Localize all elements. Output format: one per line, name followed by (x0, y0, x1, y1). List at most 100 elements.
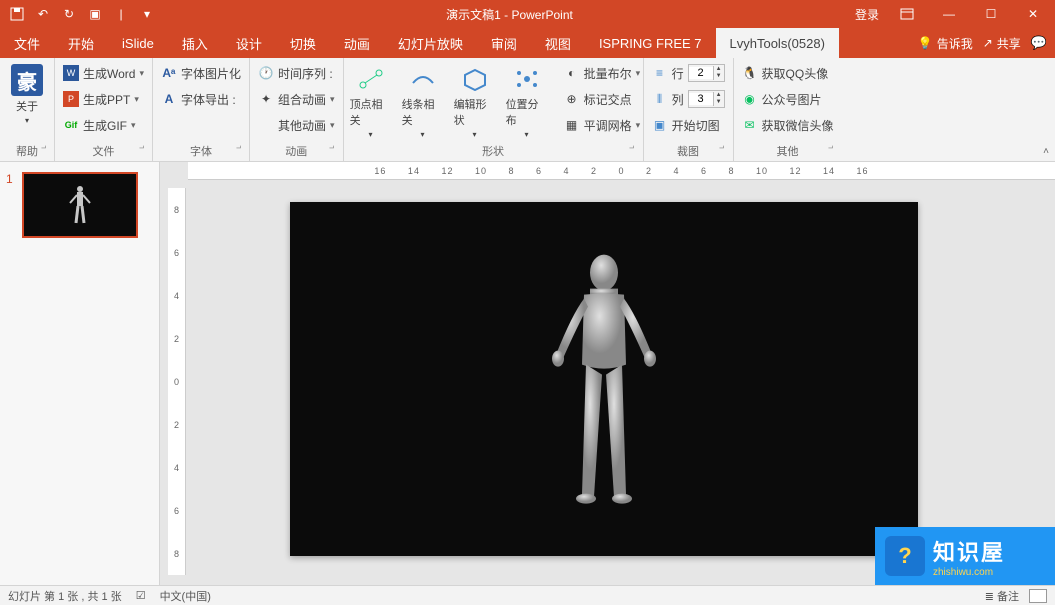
col-spinner[interactable]: ▲▼ (688, 90, 725, 108)
tab-lvyhtools[interactable]: LvyhTools(0528) (716, 28, 839, 58)
watermark-title: 知识屋 (933, 535, 1005, 567)
slide-counter[interactable]: 幻灯片 第 1 张 , 共 1 张 (8, 588, 122, 604)
wx-avatar-button[interactable]: ✉获取微信头像 (740, 114, 836, 136)
slide-thumbnail-1[interactable]: 1 (6, 172, 153, 238)
human-3d-model (534, 245, 674, 525)
tab-ispring[interactable]: ISPRING FREE 7 (585, 28, 716, 58)
group-label-help: 帮助 (6, 143, 48, 161)
row-spinner[interactable]: ▲▼ (688, 64, 725, 82)
position-button[interactable]: 位置分布▾ (506, 62, 548, 139)
thumb-preview (22, 172, 138, 238)
watermark-icon: ? (885, 536, 925, 576)
statusbar: 幻灯片 第 1 张 , 共 1 张 ☑ 中文(中国) ≣ 备注 (0, 585, 1055, 605)
group-help: 豪 关于 ▾ 帮助 (0, 58, 55, 161)
about-button[interactable]: 豪 关于 ▾ (6, 62, 48, 125)
distribute-icon (512, 64, 542, 94)
line-button[interactable]: 线条相关▾ (402, 62, 444, 139)
group-crop: ≡行 ▲▼ ⦀列 ▲▼ ▣开始切图 裁图 (644, 58, 734, 161)
grid-icon: ▦ (564, 117, 580, 133)
titlebar: ↶ ↻ ▣ | ▾ 演示文稿1 - PowerPoint 登录 — ☐ ✕ (0, 0, 1055, 28)
other-anim-icon (258, 117, 274, 133)
gen-word-button[interactable]: W生成Word (61, 62, 146, 84)
tab-design[interactable]: 设计 (222, 28, 276, 58)
font-pic-icon: Aᵃ (161, 65, 177, 81)
qq-avatar-button[interactable]: 🐧获取QQ头像 (740, 62, 836, 84)
group-label-file: 文件 (61, 143, 146, 161)
tab-file[interactable]: 文件 (0, 28, 54, 58)
font-export-icon: A (161, 91, 177, 107)
tab-view[interactable]: 视图 (531, 28, 585, 58)
tab-home[interactable]: 开始 (54, 28, 108, 58)
mark-intersect-button[interactable]: ⊕标记交点 (562, 88, 643, 110)
group-animation: 🕐时间序列 : ✦组合动画 其他动画 动画 (250, 58, 344, 161)
start-from-beginning-icon[interactable]: ▣ (88, 7, 102, 21)
other-anim-button[interactable]: 其他动画 (256, 114, 337, 136)
titlebar-right: 登录 — ☐ ✕ (855, 0, 1055, 28)
quick-access-toolbar: ↶ ↻ ▣ | ▾ (0, 7, 164, 21)
batch-bool-button[interactable]: ◐批量布尔 (562, 62, 643, 84)
vertical-ruler: 864202468 (168, 188, 186, 575)
redo-icon[interactable]: ↻ (62, 7, 76, 21)
row-field: ≡行 ▲▼ (650, 62, 727, 84)
cols-icon: ⦀ (652, 91, 668, 107)
tab-islide[interactable]: iSlide (108, 28, 168, 58)
undo-icon[interactable]: ↶ (36, 7, 50, 21)
tab-animation[interactable]: 动画 (330, 28, 384, 58)
menubar: 文件 开始 iSlide 插入 设计 切换 动画 幻灯片放映 审阅 视图 ISP… (0, 28, 1055, 58)
maximize-icon[interactable]: ☐ (977, 0, 1005, 28)
tab-slideshow[interactable]: 幻灯片放映 (384, 28, 477, 58)
tab-insert[interactable]: 插入 (168, 28, 222, 58)
login-link[interactable]: 登录 (855, 6, 879, 23)
group-other: 🐧获取QQ头像 ◉公众号图片 ✉获取微信头像 其他 (734, 58, 842, 161)
workspace: 1 16 14 12 10 8 6 4 2 0 2 4 6 8 10 12 14… (0, 162, 1055, 585)
tab-transition[interactable]: 切换 (276, 28, 330, 58)
minimize-icon[interactable]: — (935, 0, 963, 28)
wechat-icon: ✉ (742, 117, 758, 133)
edit-shape-button[interactable]: 编辑形状▾ (454, 62, 496, 139)
crop-icon: ▣ (652, 117, 668, 133)
share-button[interactable]: ↗共享 (983, 35, 1021, 52)
gzh-pic-button[interactable]: ◉公众号图片 (740, 88, 836, 110)
ribbon-display-icon[interactable] (893, 0, 921, 28)
intersect-icon: ⊕ (564, 91, 580, 107)
qq-icon: 🐧 (742, 65, 758, 81)
qat-more-icon[interactable]: ▾ (140, 7, 154, 21)
gen-ppt-button[interactable]: P生成PPT (61, 88, 146, 110)
spellcheck-icon[interactable]: ☑ (136, 589, 146, 602)
slide-canvas[interactable] (290, 202, 918, 556)
group-label-other: 其他 (740, 143, 836, 161)
group-shape: 顶点相关▾ 线条相关▾ 编辑形状▾ 位置分布▾ ◐批量布尔 ⊕标记交点 ▦平调网… (344, 58, 644, 161)
time-sequence-button[interactable]: 🕐时间序列 : (256, 62, 337, 84)
share-icon: ↗ (983, 36, 993, 50)
tab-review[interactable]: 审阅 (477, 28, 531, 58)
horizontal-ruler: 16 14 12 10 8 6 4 2 0 2 4 6 8 10 12 14 1… (188, 162, 1055, 180)
ppt-icon: P (63, 91, 79, 107)
close-icon[interactable]: ✕ (1019, 0, 1047, 28)
group-font: Aᵃ字体图片化 A字体导出 : 字体 (153, 58, 250, 161)
grid-adjust-button[interactable]: ▦平调网格 (562, 114, 643, 136)
thumb-number: 1 (6, 172, 16, 238)
window-title: 演示文稿1 - PowerPoint (164, 6, 855, 23)
watermark-url: zhishiwu.com (933, 567, 1005, 578)
font-to-pic-button[interactable]: Aᵃ字体图片化 (159, 62, 243, 84)
col-field: ⦀列 ▲▼ (650, 88, 727, 110)
hao-icon: 豪 (11, 64, 43, 96)
combo-anim-button[interactable]: ✦组合动画 (256, 88, 337, 110)
tell-me[interactable]: 💡告诉我 (918, 35, 973, 52)
normal-view-icon[interactable] (1029, 589, 1047, 603)
hexagon-icon (460, 64, 490, 94)
save-icon[interactable] (10, 7, 24, 21)
wechat-official-icon: ◉ (742, 91, 758, 107)
language-indicator[interactable]: 中文(中国) (160, 588, 211, 604)
collapse-ribbon-icon[interactable]: ˄ (1043, 146, 1049, 157)
group-label-anim: 动画 (256, 143, 337, 161)
gen-gif-button[interactable]: Gif生成GIF (61, 114, 146, 136)
font-export-button[interactable]: A字体导出 : (159, 88, 243, 110)
line-icon (408, 64, 438, 94)
vertex-button[interactable]: 顶点相关▾ (350, 62, 392, 139)
start-crop-button[interactable]: ▣开始切图 (650, 114, 727, 136)
bulb-icon: 💡 (918, 36, 933, 50)
vertex-icon (356, 64, 386, 94)
comment-icon[interactable]: 💬 (1031, 35, 1047, 51)
notes-button[interactable]: ≣ 备注 (985, 588, 1019, 604)
